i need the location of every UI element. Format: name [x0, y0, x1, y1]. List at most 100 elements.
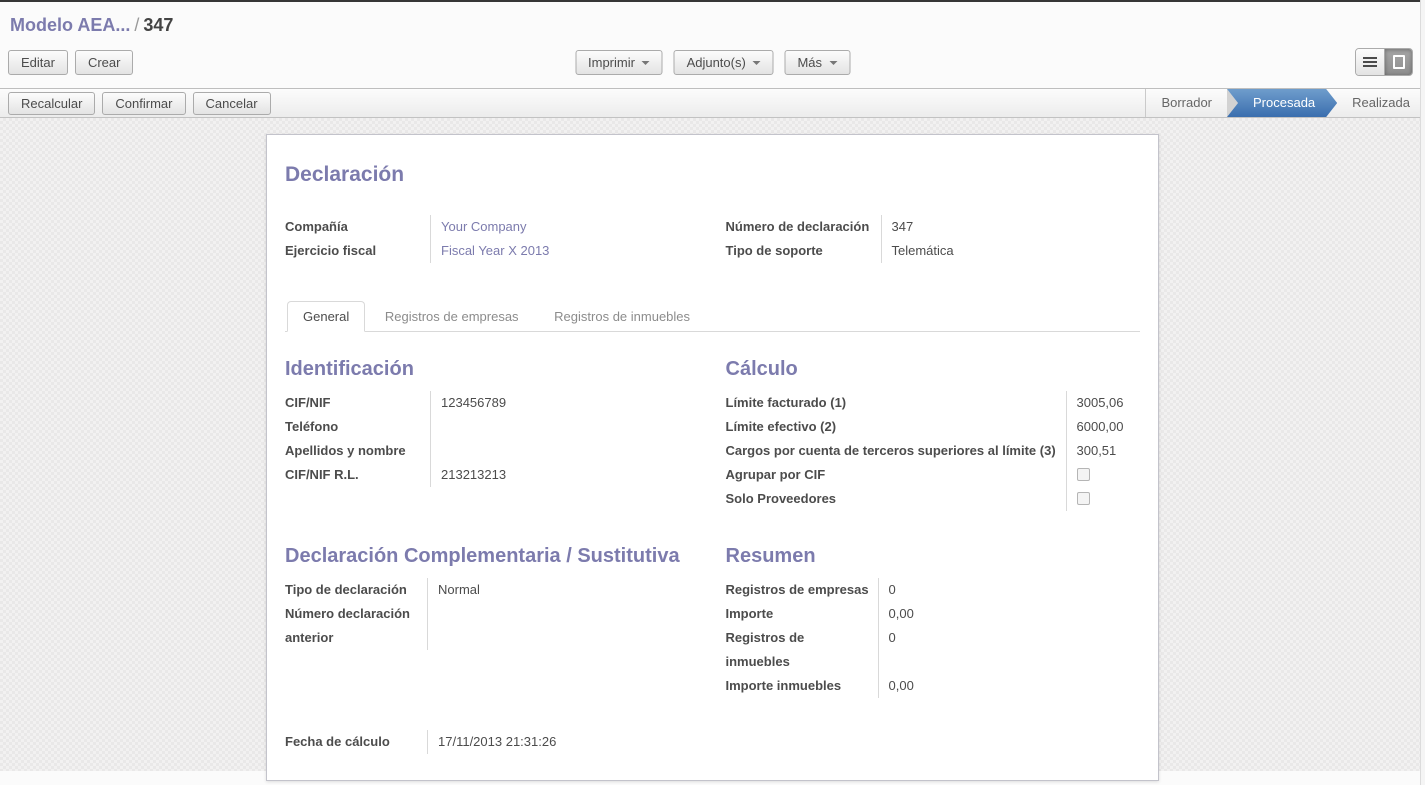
field-label: CIF/NIF R.L. [285, 463, 430, 487]
tab-registros-de-empresas[interactable]: Registros de empresas [369, 301, 535, 332]
header-fields-right: Número de declaración 347 Tipo de soport… [726, 215, 1141, 263]
field-label: Agrupar por CIF [726, 463, 1066, 487]
form-view-button[interactable] [1384, 49, 1412, 75]
field-label: Cargos por cuenta de terceros superiores… [726, 439, 1066, 463]
field-row-compania: Compañía Your Company [285, 215, 700, 239]
summary-section: Resumen Registros de empresas 0 Importe … [726, 545, 1141, 698]
numero-declaracion-anterior-value [427, 602, 700, 650]
field-label: Registros de empresas [726, 578, 878, 602]
field-value-cell [1066, 487, 1141, 511]
registros-empresas-value: 0 [878, 578, 1141, 602]
fiscal-year-link[interactable]: Fiscal Year X 2013 [430, 239, 700, 263]
field-row-limite-efectivo: Límite efectivo (2) 6000,00 [726, 415, 1141, 439]
attachments-label: Adjunto(s) [687, 55, 746, 70]
section-row-2: Declaración Complementaria / Sustitutiva… [285, 545, 1140, 698]
print-label: Imprimir [588, 55, 635, 70]
field-label: Registros de inmuebles [726, 626, 878, 674]
status-step-borrador[interactable]: Borrador [1146, 89, 1227, 117]
field-label: Apellidos y nombre [285, 439, 430, 463]
apellidos-nombre-value [430, 439, 700, 463]
tipo-declaracion-value: Normal [427, 578, 700, 602]
fecha-calculo-value: 17/11/2013 21:31:26 [427, 730, 700, 754]
workflow-buttons: Recalcular Confirmar Cancelar [0, 89, 271, 117]
importe-value: 0,00 [878, 602, 1141, 626]
breadcrumb-current: 347 [143, 15, 173, 35]
form-view-background: Declaración Compañía Your Company Ejerci… [0, 118, 1425, 771]
field-row-cargos-terceros: Cargos por cuenta de terceros superiores… [726, 439, 1141, 463]
scrollbar-track[interactable] [1420, 0, 1425, 785]
field-row-tipo-declaracion: Tipo de declaración Normal [285, 578, 700, 602]
field-label: Límite facturado (1) [726, 391, 1066, 415]
limite-efectivo-value: 6000,00 [1066, 415, 1141, 439]
cif-nif-value: 123456789 [430, 391, 700, 415]
field-label: Ejercicio fiscal [285, 239, 430, 263]
agrupar-por-cif-checkbox[interactable] [1077, 468, 1090, 481]
field-row-tipo-soporte: Tipo de soporte Telemática [726, 239, 1141, 263]
sheet-title: Declaración [285, 163, 1140, 187]
header-buttons-row: Editar Crear Imprimir Adjunto(s) Más [0, 42, 1425, 82]
section-title: Identificación [285, 358, 700, 381]
section-title: Resumen [726, 545, 1141, 568]
importe-inmuebles-value: 0,00 [878, 674, 1141, 698]
field-label: CIF/NIF [285, 391, 430, 415]
declaration-number-value: 347 [881, 215, 1141, 239]
cargos-terceros-value: 300,51 [1066, 439, 1141, 463]
view-manager-header: Modelo AEA.../347 Editar Crear Imprimir … [0, 2, 1425, 88]
form-sheet: Declaración Compañía Your Company Ejerci… [266, 134, 1159, 781]
field-row-importe: Importe 0,00 [726, 602, 1141, 626]
telefono-value [430, 415, 700, 439]
field-row-solo-proveedores: Solo Proveedores [726, 487, 1141, 511]
section-title: Cálculo [726, 358, 1141, 381]
field-row-apellidos-nombre: Apellidos y nombre [285, 439, 700, 463]
cif-nif-rl-value: 213213213 [430, 463, 700, 487]
field-label: Número de declaración [726, 215, 881, 239]
field-row-cif-nif: CIF/NIF 123456789 [285, 391, 700, 415]
field-label: Límite efectivo (2) [726, 415, 1066, 439]
complementary-section: Declaración Complementaria / Sustitutiva… [285, 545, 700, 698]
breadcrumb-parent-link[interactable]: Modelo AEA... [10, 15, 130, 35]
support-type-value: Telemática [881, 239, 1141, 263]
more-dropdown-button[interactable]: Más [784, 50, 850, 75]
field-label: Importe inmuebles [726, 674, 878, 698]
field-row-registros-inmuebles: Registros de inmuebles 0 [726, 626, 1141, 674]
tab-registros-de-inmuebles[interactable]: Registros de inmuebles [538, 301, 706, 332]
solo-proveedores-checkbox[interactable] [1077, 492, 1090, 505]
company-link[interactable]: Your Company [430, 215, 700, 239]
print-dropdown-button[interactable]: Imprimir [575, 50, 663, 75]
recalculate-button[interactable]: Recalcular [8, 92, 95, 115]
tab-general[interactable]: General [287, 301, 365, 332]
action-toolbar: Recalcular Confirmar Cancelar Borrador P… [0, 88, 1425, 118]
chevron-down-icon [642, 61, 650, 65]
field-row-limite-facturado: Límite facturado (1) 3005,06 [726, 391, 1141, 415]
field-label: Tipo de soporte [726, 239, 881, 263]
header-field-group: Compañía Your Company Ejercicio fiscal F… [285, 215, 1140, 263]
view-switcher [1355, 48, 1413, 76]
field-label: Compañía [285, 215, 430, 239]
field-row-numero-declaracion: Número de declaración 347 [726, 215, 1141, 239]
cancel-button[interactable]: Cancelar [193, 92, 271, 115]
more-label: Más [797, 55, 822, 70]
field-label: Número declaración anterior [285, 602, 427, 650]
calculation-section: Cálculo Límite facturado (1) 3005,06 Lím… [726, 358, 1141, 511]
attachments-dropdown-button[interactable]: Adjunto(s) [674, 50, 774, 75]
edit-button[interactable]: Editar [8, 50, 68, 75]
field-label: Tipo de declaración [285, 578, 427, 602]
confirm-button[interactable]: Confirmar [102, 92, 185, 115]
status-step-realizada[interactable]: Realizada [1337, 89, 1425, 117]
field-row-ejercicio-fiscal: Ejercicio fiscal Fiscal Year X 2013 [285, 239, 700, 263]
field-row-numero-declaracion-anterior: Número declaración anterior [285, 602, 700, 650]
field-label: Importe [726, 602, 878, 626]
tab-content-general: Identificación CIF/NIF 123456789 Teléfon… [285, 332, 1140, 754]
list-view-button[interactable] [1356, 49, 1384, 75]
create-button[interactable]: Crear [75, 50, 134, 75]
field-row-importe-inmuebles: Importe inmuebles 0,00 [726, 674, 1141, 698]
notebook-tabs: General Registros de empresas Registros … [285, 301, 1140, 332]
field-row-telefono: Teléfono [285, 415, 700, 439]
field-row-agrupar-por-cif: Agrupar por CIF [726, 463, 1141, 487]
limite-facturado-value: 3005,06 [1066, 391, 1141, 415]
status-step-procesada[interactable]: Procesada [1227, 89, 1337, 117]
field-label: Teléfono [285, 415, 430, 439]
field-value-cell [1066, 463, 1141, 487]
registros-inmuebles-value: 0 [878, 626, 1141, 674]
calc-date-row: Fecha de cálculo 17/11/2013 21:31:26 [285, 730, 1140, 754]
